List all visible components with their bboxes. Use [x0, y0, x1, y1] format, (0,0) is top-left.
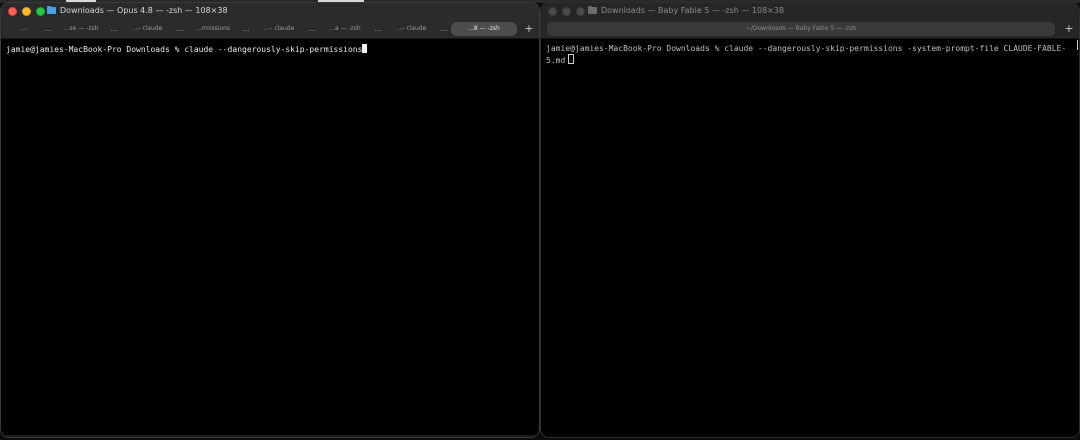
- tab-separator: ...: [110, 25, 118, 33]
- tab-bar: ~/Downloads — Baby Fable 5 — -zsh +: [541, 20, 1079, 39]
- prompt-line-1: jamie@jamies-MacBook-Pro Downloads % cla…: [546, 44, 1067, 53]
- minimize-button[interactable]: [22, 7, 31, 16]
- text-cursor: [362, 44, 368, 53]
- window-bottom-edge: [1, 435, 539, 437]
- tab-5[interactable]: ...– claude: [251, 22, 307, 36]
- close-button[interactable]: [8, 7, 17, 16]
- prompt-line: jamie@jamies-MacBook-Pro Downloads % cla…: [6, 45, 363, 54]
- window-title: Downloads — Baby Fable 5 — -zsh — 108×38: [588, 5, 785, 15]
- terminal-output[interactable]: jamie@jamies-MacBook-Pro Downloads % cla…: [541, 40, 1079, 437]
- tab-1[interactable]: ...-: [5, 22, 43, 36]
- new-tab-button[interactable]: +: [519, 20, 539, 38]
- zoom-button[interactable]: [576, 7, 585, 16]
- window-controls: [8, 7, 45, 16]
- title-bar[interactable]: Downloads — Baby Fable 5 — -zsh — 108×38: [541, 3, 1079, 20]
- tab-8-active[interactable]: ...8 — -zsh: [451, 22, 517, 36]
- new-tab-button[interactable]: +: [1059, 20, 1079, 38]
- tab-single[interactable]: ~/Downloads — Baby Fable 5 — -zsh: [547, 22, 1055, 36]
- minimize-button[interactable]: [562, 7, 571, 16]
- text-cursor: [568, 54, 575, 64]
- line-wrap-marker: [1077, 40, 1078, 50]
- folder-icon: [47, 5, 56, 14]
- window-controls: [548, 7, 585, 16]
- title-bar[interactable]: Downloads — Opus 4.8 — -zsh — 108×38: [1, 3, 539, 20]
- window-title-text: Downloads — Baby Fable 5 — -zsh — 108×38: [601, 6, 785, 15]
- close-button[interactable]: [548, 7, 557, 16]
- tab-6[interactable]: ...a — -zsh: [317, 22, 373, 36]
- terminal-window-opus[interactable]: Downloads — Opus 4.8 — -zsh — 108×38 ...…: [0, 2, 540, 438]
- tab-7[interactable]: ...– claude: [383, 22, 439, 36]
- tab-separator: ...: [44, 25, 52, 33]
- tab-separator: ...: [440, 25, 448, 33]
- desktop: Downloads — Opus 4.8 — -zsh — 108×38 ...…: [0, 0, 1080, 440]
- prompt-line-2: 5.md: [546, 56, 566, 65]
- window-title-text: Downloads — Opus 4.8 — -zsh — 108×38: [60, 6, 228, 15]
- tab-bar: ...- ... ...se — -zsh ... ...– claude ..…: [1, 20, 539, 39]
- tab-separator: ...: [308, 25, 316, 33]
- tab-list: ~/Downloads — Baby Fable 5 — -zsh: [541, 20, 1059, 38]
- folder-icon: [588, 5, 597, 14]
- tab-separator: ...: [176, 25, 184, 33]
- tab-4[interactable]: ...rmissions: [185, 22, 241, 36]
- tab-separator: ...: [374, 25, 382, 33]
- zoom-button[interactable]: [36, 7, 45, 16]
- tab-separator: ...: [242, 25, 250, 33]
- terminal-window-baby-fable[interactable]: Downloads — Baby Fable 5 — -zsh — 108×38…: [540, 2, 1080, 438]
- window-title: Downloads — Opus 4.8 — -zsh — 108×38: [47, 5, 228, 15]
- tab-3[interactable]: ...– claude: [119, 22, 175, 36]
- tab-list: ...- ... ...se — -zsh ... ...– claude ..…: [1, 20, 519, 38]
- terminal-output[interactable]: jamie@jamies-MacBook-Pro Downloads % cla…: [1, 40, 539, 437]
- tab-2[interactable]: ...se — -zsh: [53, 22, 109, 36]
